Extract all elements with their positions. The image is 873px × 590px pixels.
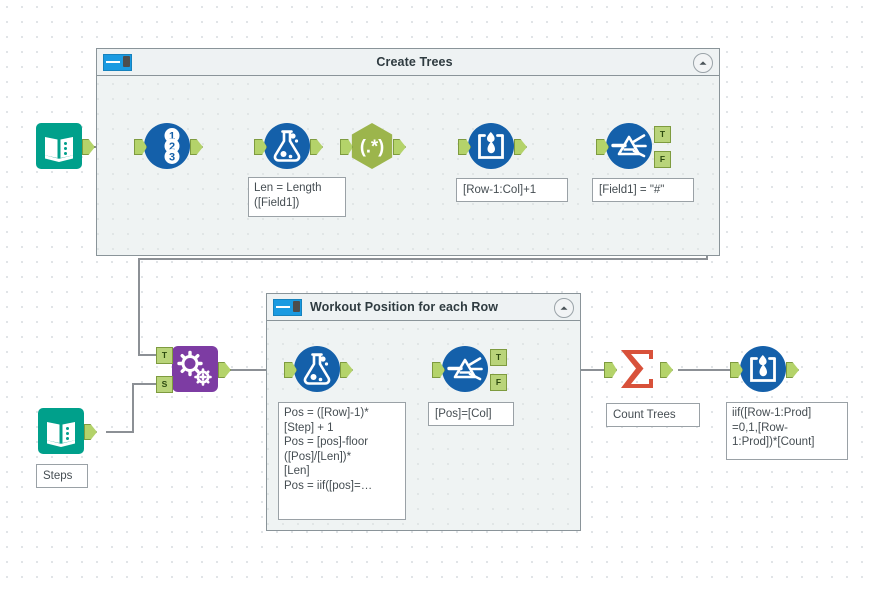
container-header[interactable]: Create Trees (97, 49, 719, 76)
tool-multi-row-formula-col[interactable] (458, 123, 527, 169)
annotation-multi-row-col: [Row-1:Col]+1 (456, 178, 568, 202)
connection-wire (138, 258, 708, 260)
formula-flask-icon (264, 123, 310, 169)
filter-funnel-icon (606, 123, 652, 169)
input-data-icon (38, 408, 84, 454)
output-anchor-true[interactable]: T (490, 349, 507, 366)
output-anchor[interactable] (218, 362, 231, 378)
output-anchor[interactable] (84, 424, 97, 440)
svg-text:(.*): (.*) (360, 136, 384, 157)
output-anchor-false[interactable]: F (490, 374, 507, 391)
input-anchor-control[interactable]: T (156, 347, 173, 364)
annotation-summarize-label: Count Trees (606, 403, 700, 427)
output-anchor[interactable] (82, 139, 95, 155)
filter-funnel-icon (442, 346, 488, 392)
tool-filter-pos-col[interactable]: T F (432, 346, 507, 392)
output-anchor-true[interactable]: T (654, 126, 671, 143)
annotation-filter-pos-col: [Pos]=[Col] (428, 402, 514, 426)
connection-wire (106, 431, 134, 433)
tool-record-id[interactable]: 1 2 3 (134, 123, 203, 169)
multi-row-formula-icon (468, 123, 514, 169)
output-anchor[interactable] (786, 362, 799, 378)
toggle-switch-icon[interactable] (103, 53, 132, 71)
record-id-123-icon: 1 2 3 (144, 123, 190, 169)
chevron-up-icon[interactable] (554, 298, 574, 318)
tool-formula-pos[interactable] (284, 346, 353, 392)
batch-macro-gears-icon (172, 346, 218, 392)
workflow-canvas[interactable]: Create Trees Workout Position for each R… (0, 0, 873, 590)
tool-filter-field1[interactable]: T F (596, 123, 671, 169)
tool-regex[interactable]: (.*) (340, 121, 406, 171)
tool-summarize[interactable] (604, 346, 673, 392)
connection-wire (132, 383, 134, 433)
summarize-sigma-icon (614, 346, 660, 392)
annotation-input-steps-label: Steps (36, 464, 88, 488)
annotation-multi-row-prod: iif([Row-1:Prod] =0,1,[Row- 1:Prod])*[Co… (726, 402, 848, 460)
annotation-formula-len: Len = Length ([Field1]) (248, 177, 346, 217)
output-anchor-false[interactable]: F (654, 151, 671, 168)
svg-text:3: 3 (169, 151, 175, 163)
connection-wire (138, 258, 140, 356)
tool-batch-macro[interactable]: T S (156, 346, 231, 393)
tool-multi-row-formula-prod[interactable] (730, 346, 799, 392)
multi-row-formula-icon (740, 346, 786, 392)
annotation-filter-field1: [Field1] = "#" (592, 178, 694, 202)
formula-flask-icon (294, 346, 340, 392)
container-title: Workout Position for each Row (310, 300, 499, 314)
tool-input-data-1[interactable] (36, 123, 95, 169)
tool-formula-len[interactable] (254, 123, 323, 169)
tool-input-data-steps[interactable] (38, 408, 97, 454)
input-data-icon (36, 123, 82, 169)
container-title: Create Trees (376, 55, 453, 69)
output-anchor[interactable] (660, 362, 673, 378)
chevron-up-icon[interactable] (693, 53, 713, 73)
regex-hexagon-icon: (.*) (351, 122, 393, 170)
toggle-switch-icon[interactable] (273, 298, 302, 316)
annotation-formula-pos: Pos = ([Row]-1)* [Step] + 1 Pos = [pos]-… (278, 402, 406, 520)
input-anchor-source[interactable]: S (156, 376, 173, 393)
container-header[interactable]: Workout Position for each Row (267, 294, 580, 321)
